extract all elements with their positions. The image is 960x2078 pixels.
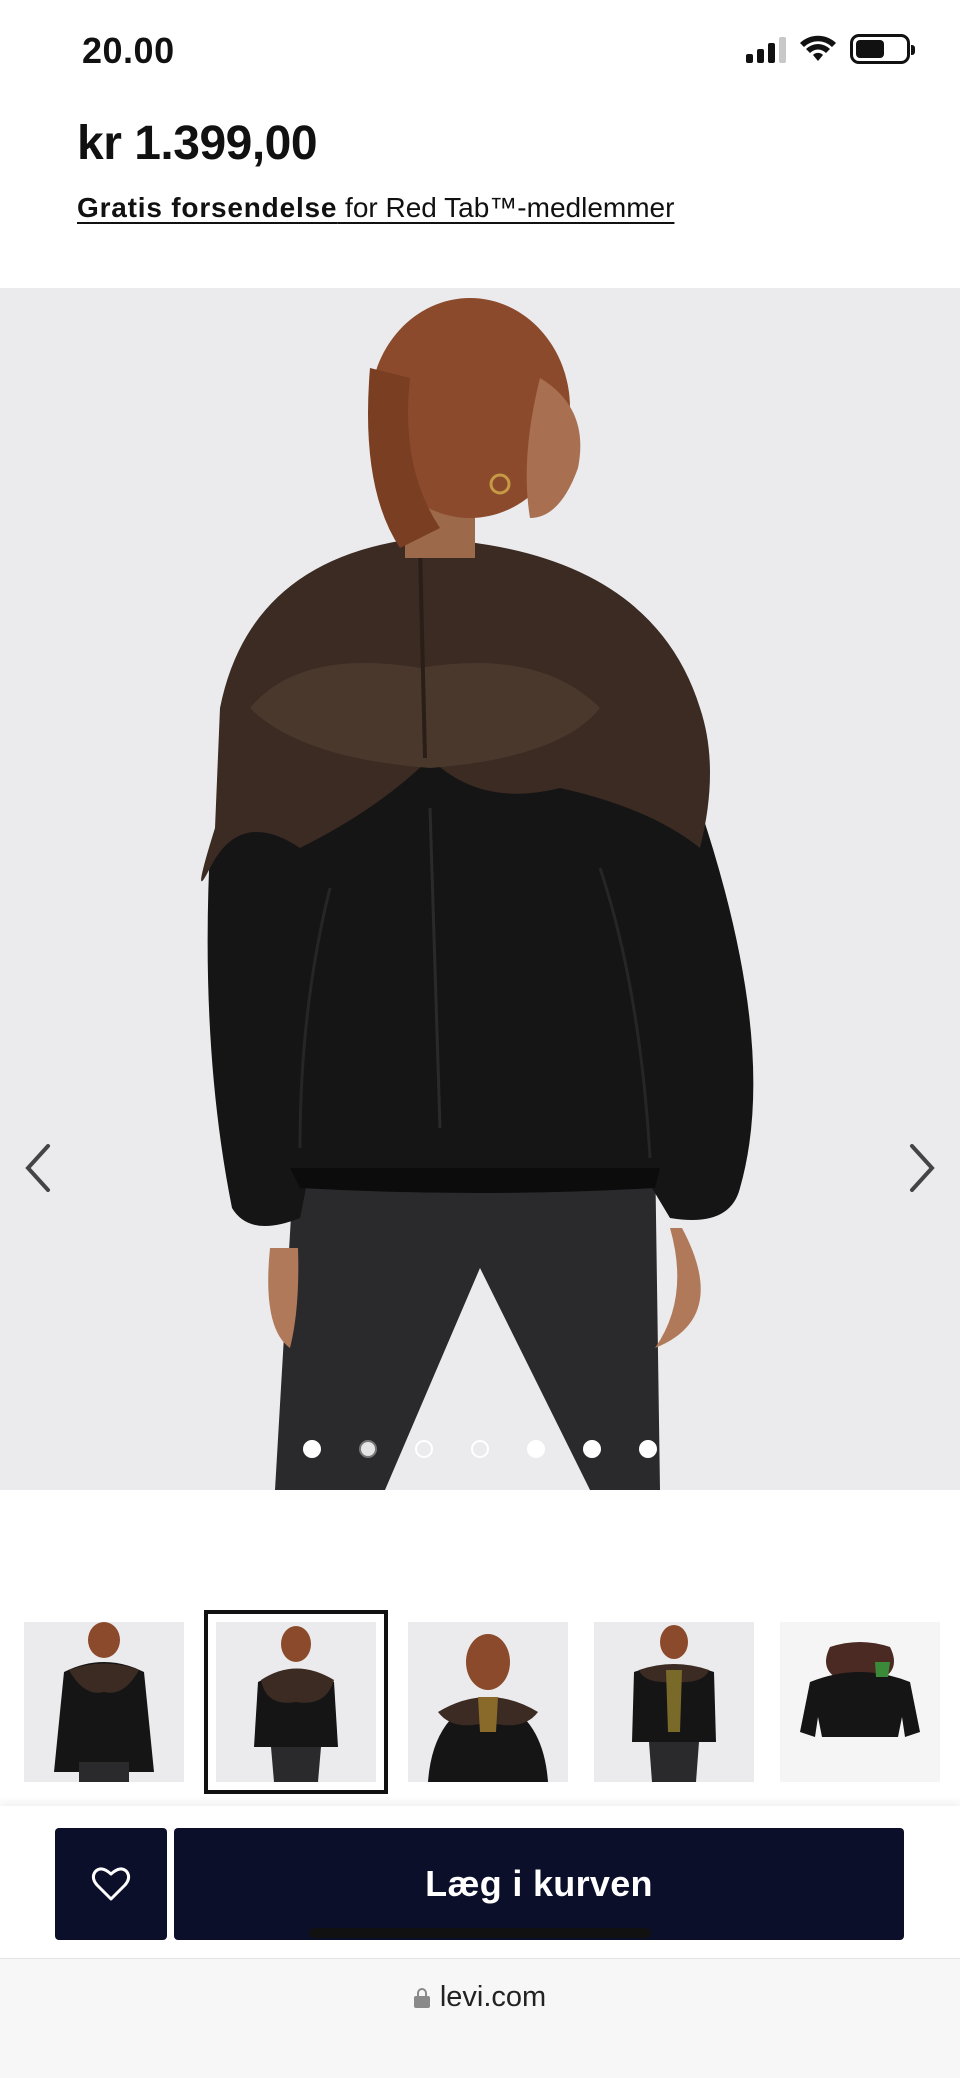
gallery-dot-active[interactable] (359, 1440, 377, 1458)
url-display[interactable]: levi.com (0, 1981, 960, 2014)
shipping-link[interactable]: Gratis forsendelse for Red Tab™-medlemme… (77, 192, 674, 224)
gallery-dot[interactable] (527, 1440, 545, 1458)
thumbnail-image (780, 1622, 940, 1782)
product-image-gallery[interactable] (0, 288, 960, 1490)
status-time: 20.00 (82, 30, 175, 71)
signal-icon (746, 35, 786, 63)
thumbnail-3[interactable] (408, 1622, 568, 1782)
url-text: levi.com (439, 1981, 547, 2013)
wifi-icon (800, 35, 836, 61)
gallery-dot[interactable] (639, 1440, 657, 1458)
gallery-prev-button[interactable] (18, 1138, 58, 1198)
add-to-cart-button[interactable]: Læg i kurven (174, 1828, 904, 1940)
thumbnail-5[interactable] (780, 1622, 940, 1782)
gallery-next-button[interactable] (902, 1138, 942, 1198)
thumbnail-image (24, 1622, 184, 1782)
browser-url-bar[interactable]: levi.com (0, 1958, 960, 2078)
gallery-pagination (0, 1440, 960, 1458)
product-price: kr 1.399,00 (77, 117, 318, 170)
status-icons (746, 34, 915, 64)
lock-icon (413, 1987, 430, 2008)
gallery-dot[interactable] (415, 1440, 433, 1458)
wishlist-button[interactable] (55, 1828, 167, 1940)
gallery-dot[interactable] (303, 1440, 321, 1458)
home-indicator (309, 1928, 651, 1938)
thumbnail-2-selected[interactable] (204, 1610, 388, 1794)
thumbnail-1[interactable] (24, 1622, 184, 1782)
thumbnail-4[interactable] (594, 1622, 754, 1782)
chevron-left-icon (25, 1144, 50, 1192)
thumbnail-image (216, 1622, 376, 1782)
shipping-link-bold: Gratis forsendelse (77, 192, 338, 223)
gallery-dot[interactable] (583, 1440, 601, 1458)
product-image (0, 288, 960, 1490)
gallery-dot[interactable] (471, 1440, 489, 1458)
heart-icon (91, 1867, 131, 1901)
chevron-right-icon (910, 1144, 935, 1192)
status-bar: 20.00 (0, 0, 960, 100)
thumbnail-strip (24, 1610, 940, 1794)
thumbnail-image (594, 1622, 754, 1782)
shipping-link-text: for Red Tab™-medlemmer (337, 192, 675, 223)
battery-icon (850, 34, 915, 64)
thumbnail-image (408, 1622, 568, 1782)
